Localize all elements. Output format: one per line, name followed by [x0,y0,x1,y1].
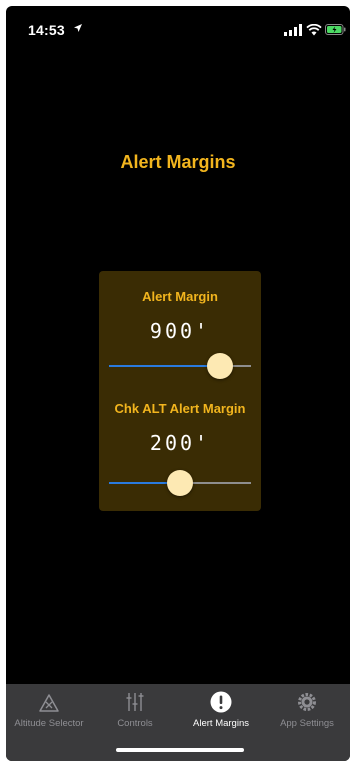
cellular-signal-icon [284,24,302,36]
slider-fill [109,365,220,367]
sliders-icon [126,693,144,711]
wifi-icon [306,24,322,36]
chk-alt-alert-margin-label: Chk ALT Alert Margin [114,401,246,416]
status-bar: 14:53 [6,6,350,50]
tab-label: Controls [117,718,153,729]
tab-controls[interactable]: Controls [92,684,178,734]
tab-label: Altitude Selector [14,718,84,729]
tab-label: App Settings [280,718,334,729]
chk-alt-alert-margin-slider[interactable] [109,470,251,496]
slider-thumb[interactable] [167,470,193,496]
battery-icon [325,24,346,35]
tab-alert-margins[interactable]: Alert Margins [178,684,264,734]
alert-icon [210,691,232,713]
tab-app-settings[interactable]: App Settings [264,684,350,734]
app-screen: 14:53 Alert Margins Alert Margin 900' Ch… [6,6,350,761]
home-indicator[interactable] [116,748,244,752]
alert-margin-label: Alert Margin [142,289,218,304]
alert-margins-panel: Alert Margin 900' Chk ALT Alert Margin 2… [99,271,261,511]
altitude-selector-icon [39,694,59,712]
chk-alt-alert-margin-value: 200' [149,431,211,455]
alert-margin-slider[interactable] [109,353,251,379]
tab-label: Alert Margins [193,718,249,729]
alert-margin-value: 900' [149,319,211,343]
location-arrow-icon [73,23,83,36]
tab-altitude-selector[interactable]: Altitude Selector [6,684,92,734]
status-time: 14:53 [28,22,65,38]
gear-icon [298,693,316,711]
slider-thumb[interactable] [206,353,233,379]
page-title: Alert Margins [120,152,236,172]
